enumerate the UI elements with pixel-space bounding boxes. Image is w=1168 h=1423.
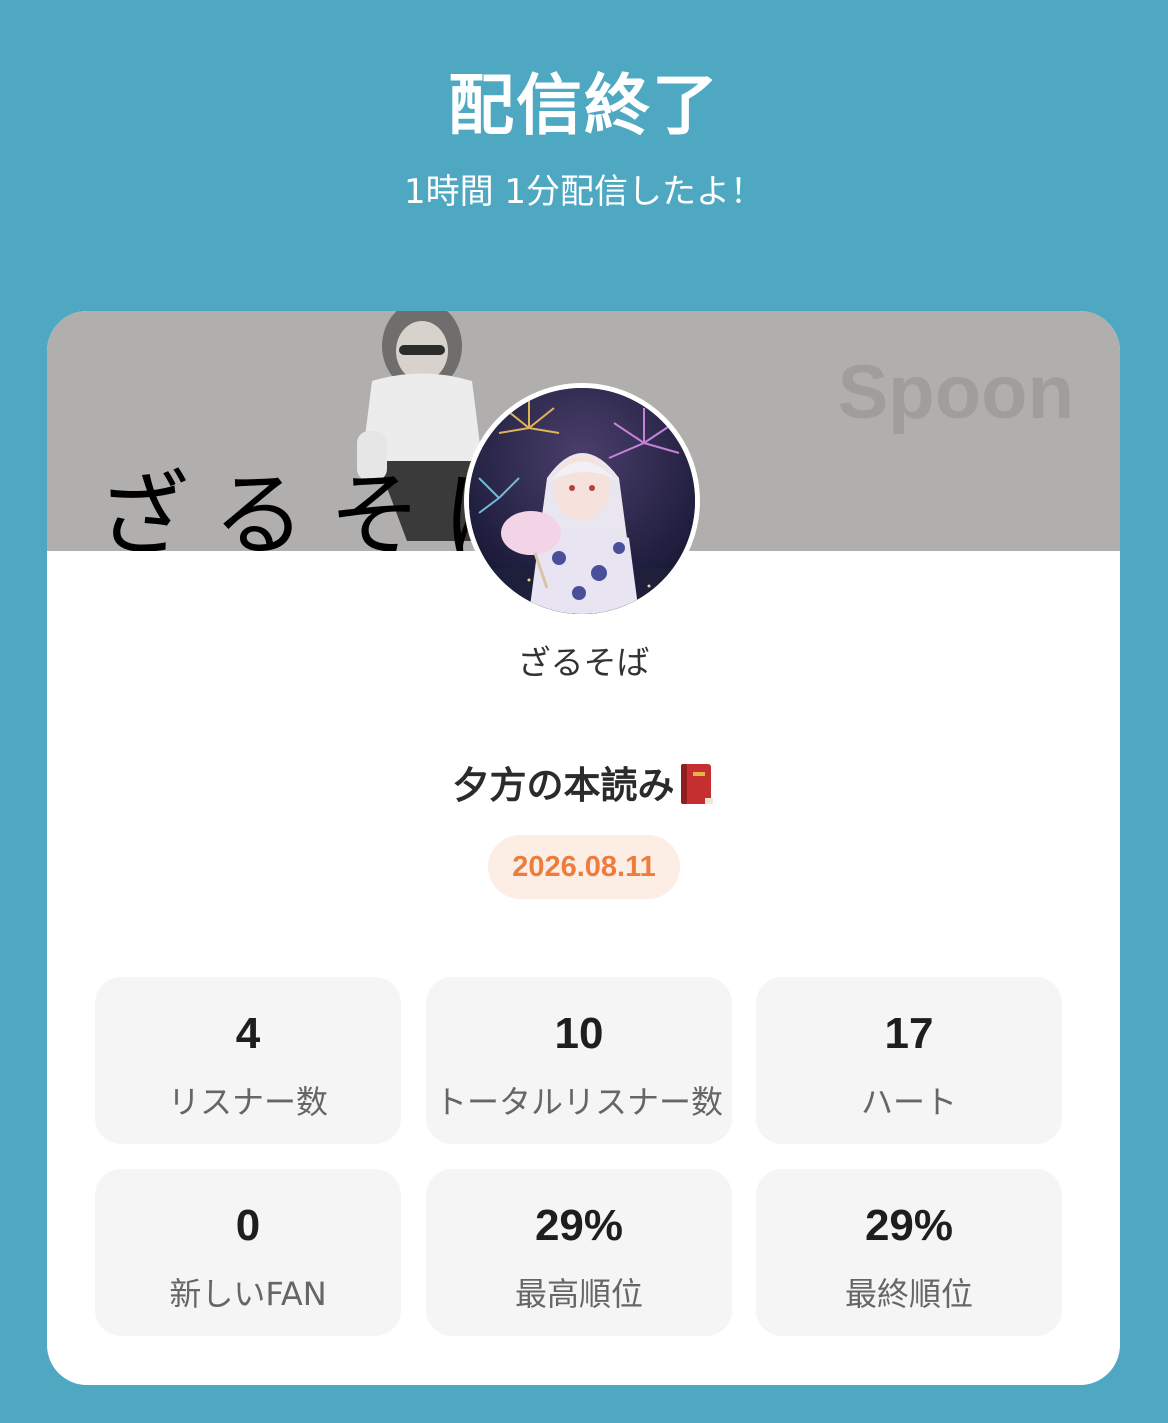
stat-label: ハート [860,1083,957,1121]
spoon-logo: Spoon [837,350,1074,435]
stat-listeners: 4 リスナー数 [95,977,401,1144]
book-icon [680,764,713,804]
stat-final-rank: 29% 最終順位 [756,1169,1062,1336]
stat-value: 29% [864,1201,954,1250]
broadcast-date-badge: 2026.08.11 [488,835,680,899]
dj-name: ざるそば [517,643,650,682]
stat-value: 29% [534,1201,624,1250]
stat-value: 4 [235,1009,261,1058]
stat-total-listeners: 10 トータルリスナー数 [426,977,732,1144]
stat-hearts: 17 ハート [756,977,1062,1144]
avatar[interactable] [464,383,700,619]
stat-label: リスナー数 [167,1083,328,1121]
avatar-image [469,388,695,614]
live-title: 夕方の本読み [452,764,675,807]
broadcast-summary-card: ざるそば Spoon ざるそば 夕方の本読み 2026.08.11 4 リスナー… [47,311,1120,1385]
stat-new-fans: 0 新しいFAN [95,1169,401,1336]
stat-highest-rank: 29% 最高順位 [426,1169,732,1336]
stat-label: 最高順位 [514,1275,643,1313]
stat-value: 10 [554,1009,604,1058]
stat-value: 17 [884,1009,934,1058]
live-title-row: 夕方の本読み [47,755,1120,809]
broadcast-duration-text: 1時間 1分配信したよ！ [403,172,765,212]
stat-value: 0 [235,1201,261,1250]
stat-label: 最終順位 [844,1275,973,1313]
page-title: 配信終了 [448,67,720,144]
stat-label: 新しいFAN [169,1275,327,1313]
stat-label: トータルリスナー数 [434,1083,723,1121]
